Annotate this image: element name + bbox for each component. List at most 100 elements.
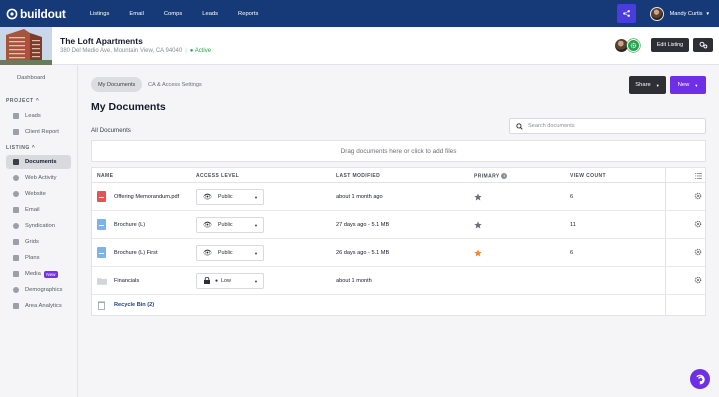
recycle-bin-link[interactable]: Recycle Bin (2) [114, 302, 154, 308]
sidebar-item-grids[interactable]: Grids [6, 235, 71, 249]
sidebar: Dashboard PROJECT ^ Leads Client Report … [0, 65, 78, 397]
gear-icon[interactable] [694, 192, 702, 202]
table-row[interactable]: Brochure (L) First 👁 Public ▼ 26 days ago … [92, 239, 705, 267]
logo-text: buildout [20, 6, 66, 21]
folder-icon [97, 278, 107, 285]
table-row[interactable]: Offering Memorandum.pdf 👁 Public ▼ about 1… [92, 183, 705, 211]
sidebar-item-documents[interactable]: Documents [6, 155, 71, 169]
tab-ca-access-settings[interactable]: CA & Access Settings [148, 77, 202, 92]
edit-listing-button[interactable]: Edit Listing [651, 38, 689, 52]
property-thumbnail [0, 27, 52, 65]
sidebar-item-syndication[interactable]: Syndication [6, 219, 71, 233]
pdf-file-icon [97, 191, 106, 202]
top-navbar: buildout Listings Email Comps Leads Repo… [0, 0, 719, 27]
access-level-select[interactable]: 👁 Public ▼ [196, 189, 264, 205]
user-avatar[interactable] [649, 6, 664, 21]
settings-badge[interactable] [627, 38, 640, 52]
share-network-icon [622, 10, 630, 17]
nav-link-reports[interactable]: Reports [238, 11, 258, 17]
eye-icon: 👁 [203, 222, 212, 229]
help-chat-button[interactable] [690, 369, 710, 389]
image-icon [13, 271, 19, 277]
document-icon [13, 159, 19, 165]
recycle-bin-row[interactable]: Recycle Bin (2) [92, 295, 705, 316]
listing-settings-button[interactable] [693, 38, 713, 52]
access-level-select[interactable]: 👁 Public ▼ [196, 217, 264, 233]
nav-link-listings[interactable]: Listings [90, 11, 110, 17]
property-address-line: 380 Del Medio Ave, Mountain View, CA 940… [60, 48, 212, 54]
chevron-down-icon: ▼ [254, 222, 258, 228]
eye-icon: 👁 [203, 250, 212, 257]
user-name[interactable]: Mandy Curtis [670, 11, 703, 17]
last-modified: 27 days ago - 5.1 MB [336, 222, 390, 228]
nav-link-leads[interactable]: Leads [202, 11, 218, 17]
demographics-icon [13, 287, 19, 293]
table-header: NAME ACCESS LEVEL LAST MODIFIED PRIMARY … [92, 168, 705, 183]
sidebar-item-web-activity[interactable]: Web Activity [6, 171, 71, 185]
document-file-icon [97, 247, 106, 258]
globe-icon [13, 175, 19, 181]
search-input[interactable] [528, 123, 688, 129]
search-box[interactable] [509, 118, 706, 134]
star-icon[interactable] [474, 221, 482, 229]
sidebar-item-media[interactable]: Media New [6, 267, 71, 281]
sidebar-item-email[interactable]: Email [6, 203, 71, 217]
gears-icon [699, 41, 707, 49]
share-button[interactable]: Share ▼ [629, 76, 666, 94]
new-button[interactable]: New ▼ [670, 76, 706, 94]
access-level-select[interactable]: ● Low ▼ [196, 273, 264, 289]
user-menu-chevron-down-icon[interactable]: ▼ [706, 11, 710, 16]
column-header-primary[interactable]: PRIMARY i [474, 173, 508, 179]
document-name-link[interactable]: Offering Memorandum.pdf [114, 194, 179, 200]
property-header: The Loft Apartments 380 Del Medio Ave, M… [0, 27, 719, 65]
gear-icon[interactable] [694, 248, 702, 258]
column-header-view-count[interactable]: VIEW COUNT [570, 173, 606, 179]
folder-name-link[interactable]: Financials [114, 278, 139, 284]
chevron-up-icon: ^ [35, 98, 40, 104]
chevron-down-icon: ▼ [254, 250, 258, 256]
nav-link-email[interactable]: Email [129, 11, 144, 17]
chevron-down-icon: ▼ [254, 278, 258, 284]
section-title: All Documents [91, 127, 131, 134]
sidebar-item-plans[interactable]: Plans [6, 251, 71, 265]
project-section-header[interactable]: PROJECT ^ [6, 98, 39, 104]
syndication-icon [13, 223, 19, 229]
document-file-icon [97, 219, 106, 230]
column-header-last-modified[interactable]: LAST MODIFIED [336, 173, 380, 179]
chart-icon [13, 129, 19, 135]
help-chat-icon [695, 374, 705, 384]
document-name-link[interactable]: Brochure (L) [114, 222, 145, 228]
sidebar-item-leads[interactable]: Leads [6, 109, 71, 123]
sidebar-item-dashboard[interactable]: Dashboard [17, 75, 45, 81]
column-header-name[interactable]: NAME [97, 173, 113, 179]
table-row[interactable]: Brochure (L) 👁 Public ▼ 27 days ago - 5.1 … [92, 211, 705, 239]
sidebar-item-demographics[interactable]: Demographics [6, 283, 71, 297]
gear-icon[interactable] [694, 276, 702, 286]
gear-icon[interactable] [694, 220, 702, 230]
share-network-button[interactable] [616, 4, 636, 23]
last-modified: about 1 month ago [336, 194, 383, 200]
globe-icon [13, 191, 19, 197]
table-row[interactable]: Financials ● Low ▼ about 1 month [92, 267, 705, 295]
buildout-logo[interactable]: buildout [6, 7, 66, 21]
property-title: The Loft Apartments [60, 36, 143, 46]
last-modified: 26 days ago - 5.1 MB [336, 250, 390, 256]
access-level-select[interactable]: 👁 Public ▼ [196, 245, 264, 261]
sidebar-item-client-report[interactable]: Client Report [6, 125, 71, 139]
dot-icon: ● [215, 278, 219, 284]
star-icon[interactable] [474, 193, 482, 201]
sidebar-item-website[interactable]: Website [6, 187, 71, 201]
column-header-access-level[interactable]: ACCESS LEVEL [196, 173, 239, 179]
document-name-link[interactable]: Brochure (L) First [114, 250, 158, 256]
tab-my-documents[interactable]: My Documents [91, 77, 143, 92]
star-icon-primary[interactable] [474, 249, 482, 257]
info-icon[interactable]: i [501, 173, 508, 179]
search-icon [516, 122, 523, 130]
documents-table: NAME ACCESS LEVEL LAST MODIFIED PRIMARY … [91, 167, 706, 316]
nav-link-comps[interactable]: Comps [164, 11, 182, 17]
property-address: 380 Del Medio Ave, Mountain View, CA 940… [60, 48, 183, 54]
sidebar-item-area-analytics[interactable]: Area Analytics [6, 299, 71, 313]
columns-list-icon[interactable] [695, 173, 702, 179]
listing-section-header[interactable]: LISTING ^ [6, 145, 35, 151]
upload-dropzone[interactable]: Drag documents here or click to add file… [91, 140, 706, 162]
